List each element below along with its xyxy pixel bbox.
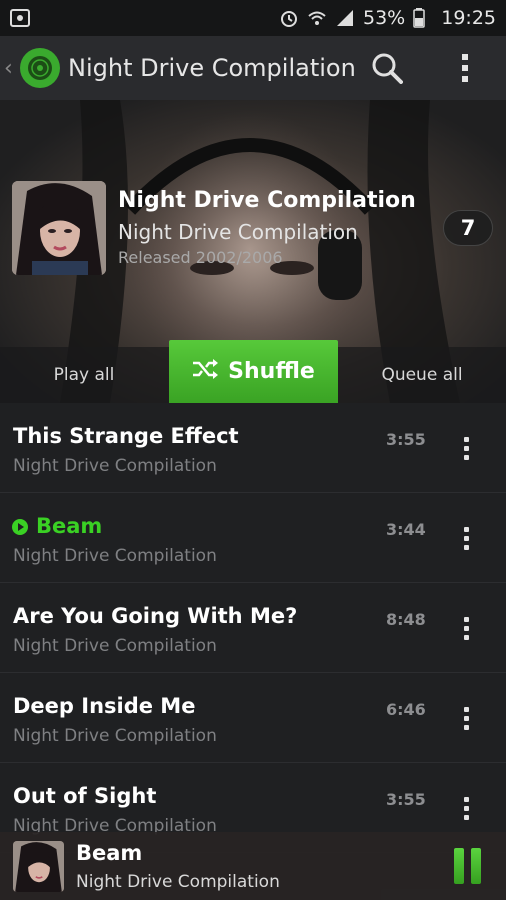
track-list: This Strange Effect Night Drive Compilat… — [0, 403, 506, 853]
wifi-icon — [307, 8, 327, 28]
track-album: Night Drive Compilation — [13, 456, 217, 476]
track-more-icon[interactable] — [452, 431, 480, 465]
mini-player-title: Beam — [76, 841, 143, 865]
now-playing-icon — [12, 519, 28, 535]
app-logo-icon[interactable] — [20, 48, 60, 88]
track-duration: 6:46 — [386, 700, 426, 719]
track-title: Out of Sight — [13, 784, 157, 808]
app-title: Night Drive Compilation — [68, 54, 356, 82]
mini-player-cover[interactable] — [13, 841, 64, 892]
track-title: This Strange Effect — [13, 424, 239, 448]
track-title: Are You Going With Me? — [13, 604, 298, 628]
track-duration: 3:55 — [386, 790, 426, 809]
mini-player[interactable]: Beam Night Drive Compilation — [0, 832, 506, 900]
track-more-icon[interactable] — [452, 611, 480, 645]
track-title: Beam — [36, 514, 103, 538]
album-artist: Night Drive Compilation — [118, 220, 358, 244]
shuffle-button[interactable]: Shuffle — [169, 340, 338, 403]
album-release: Released 2002/2006 — [118, 248, 283, 267]
alarm-icon — [279, 8, 299, 28]
battery-percent: 53% — [363, 7, 406, 29]
track-row-playing[interactable]: Beam Night Drive Compilation 3:44 — [0, 493, 506, 583]
app-bar: ‹ Night Drive Compilation — [0, 36, 506, 100]
play-all-button[interactable]: Play all — [0, 347, 168, 403]
music-app: 53% 19:25 ‹ Night Drive Compilation Nigh… — [0, 0, 506, 900]
track-album: Night Drive Compilation — [13, 726, 217, 746]
mini-player-subtitle: Night Drive Compilation — [76, 872, 280, 892]
pause-icon[interactable] — [452, 848, 482, 884]
clock: 19:25 — [441, 7, 496, 29]
track-duration: 8:48 — [386, 610, 426, 629]
cast-icon — [10, 8, 30, 28]
track-row[interactable]: Are You Going With Me? Night Drive Compi… — [0, 583, 506, 673]
shuffle-icon — [192, 358, 219, 385]
shuffle-label: Shuffle — [228, 359, 315, 384]
signal-icon — [335, 8, 355, 28]
track-row[interactable]: This Strange Effect Night Drive Compilat… — [0, 403, 506, 493]
overflow-menu-icon[interactable] — [445, 48, 485, 88]
back-chevron-icon[interactable]: ‹ — [4, 56, 18, 81]
battery-icon — [413, 8, 433, 28]
track-more-icon[interactable] — [452, 701, 480, 735]
album-cover[interactable] — [12, 181, 106, 275]
track-duration: 3:44 — [386, 520, 426, 539]
track-title: Deep Inside Me — [13, 694, 196, 718]
track-more-icon[interactable] — [452, 521, 480, 555]
track-count-badge: 7 — [443, 210, 493, 246]
track-row[interactable]: Deep Inside Me Night Drive Compilation 6… — [0, 673, 506, 763]
queue-all-button[interactable]: Queue all — [338, 347, 506, 403]
track-album: Night Drive Compilation — [13, 546, 217, 566]
track-duration: 3:55 — [386, 430, 426, 449]
album-title: Night Drive Compilation — [118, 188, 416, 213]
status-bar: 53% 19:25 — [0, 0, 506, 36]
search-icon[interactable] — [367, 48, 407, 88]
track-album: Night Drive Compilation — [13, 636, 217, 656]
album-header: Night Drive Compilation Night Drive Comp… — [0, 100, 506, 403]
track-more-icon[interactable] — [452, 791, 480, 825]
